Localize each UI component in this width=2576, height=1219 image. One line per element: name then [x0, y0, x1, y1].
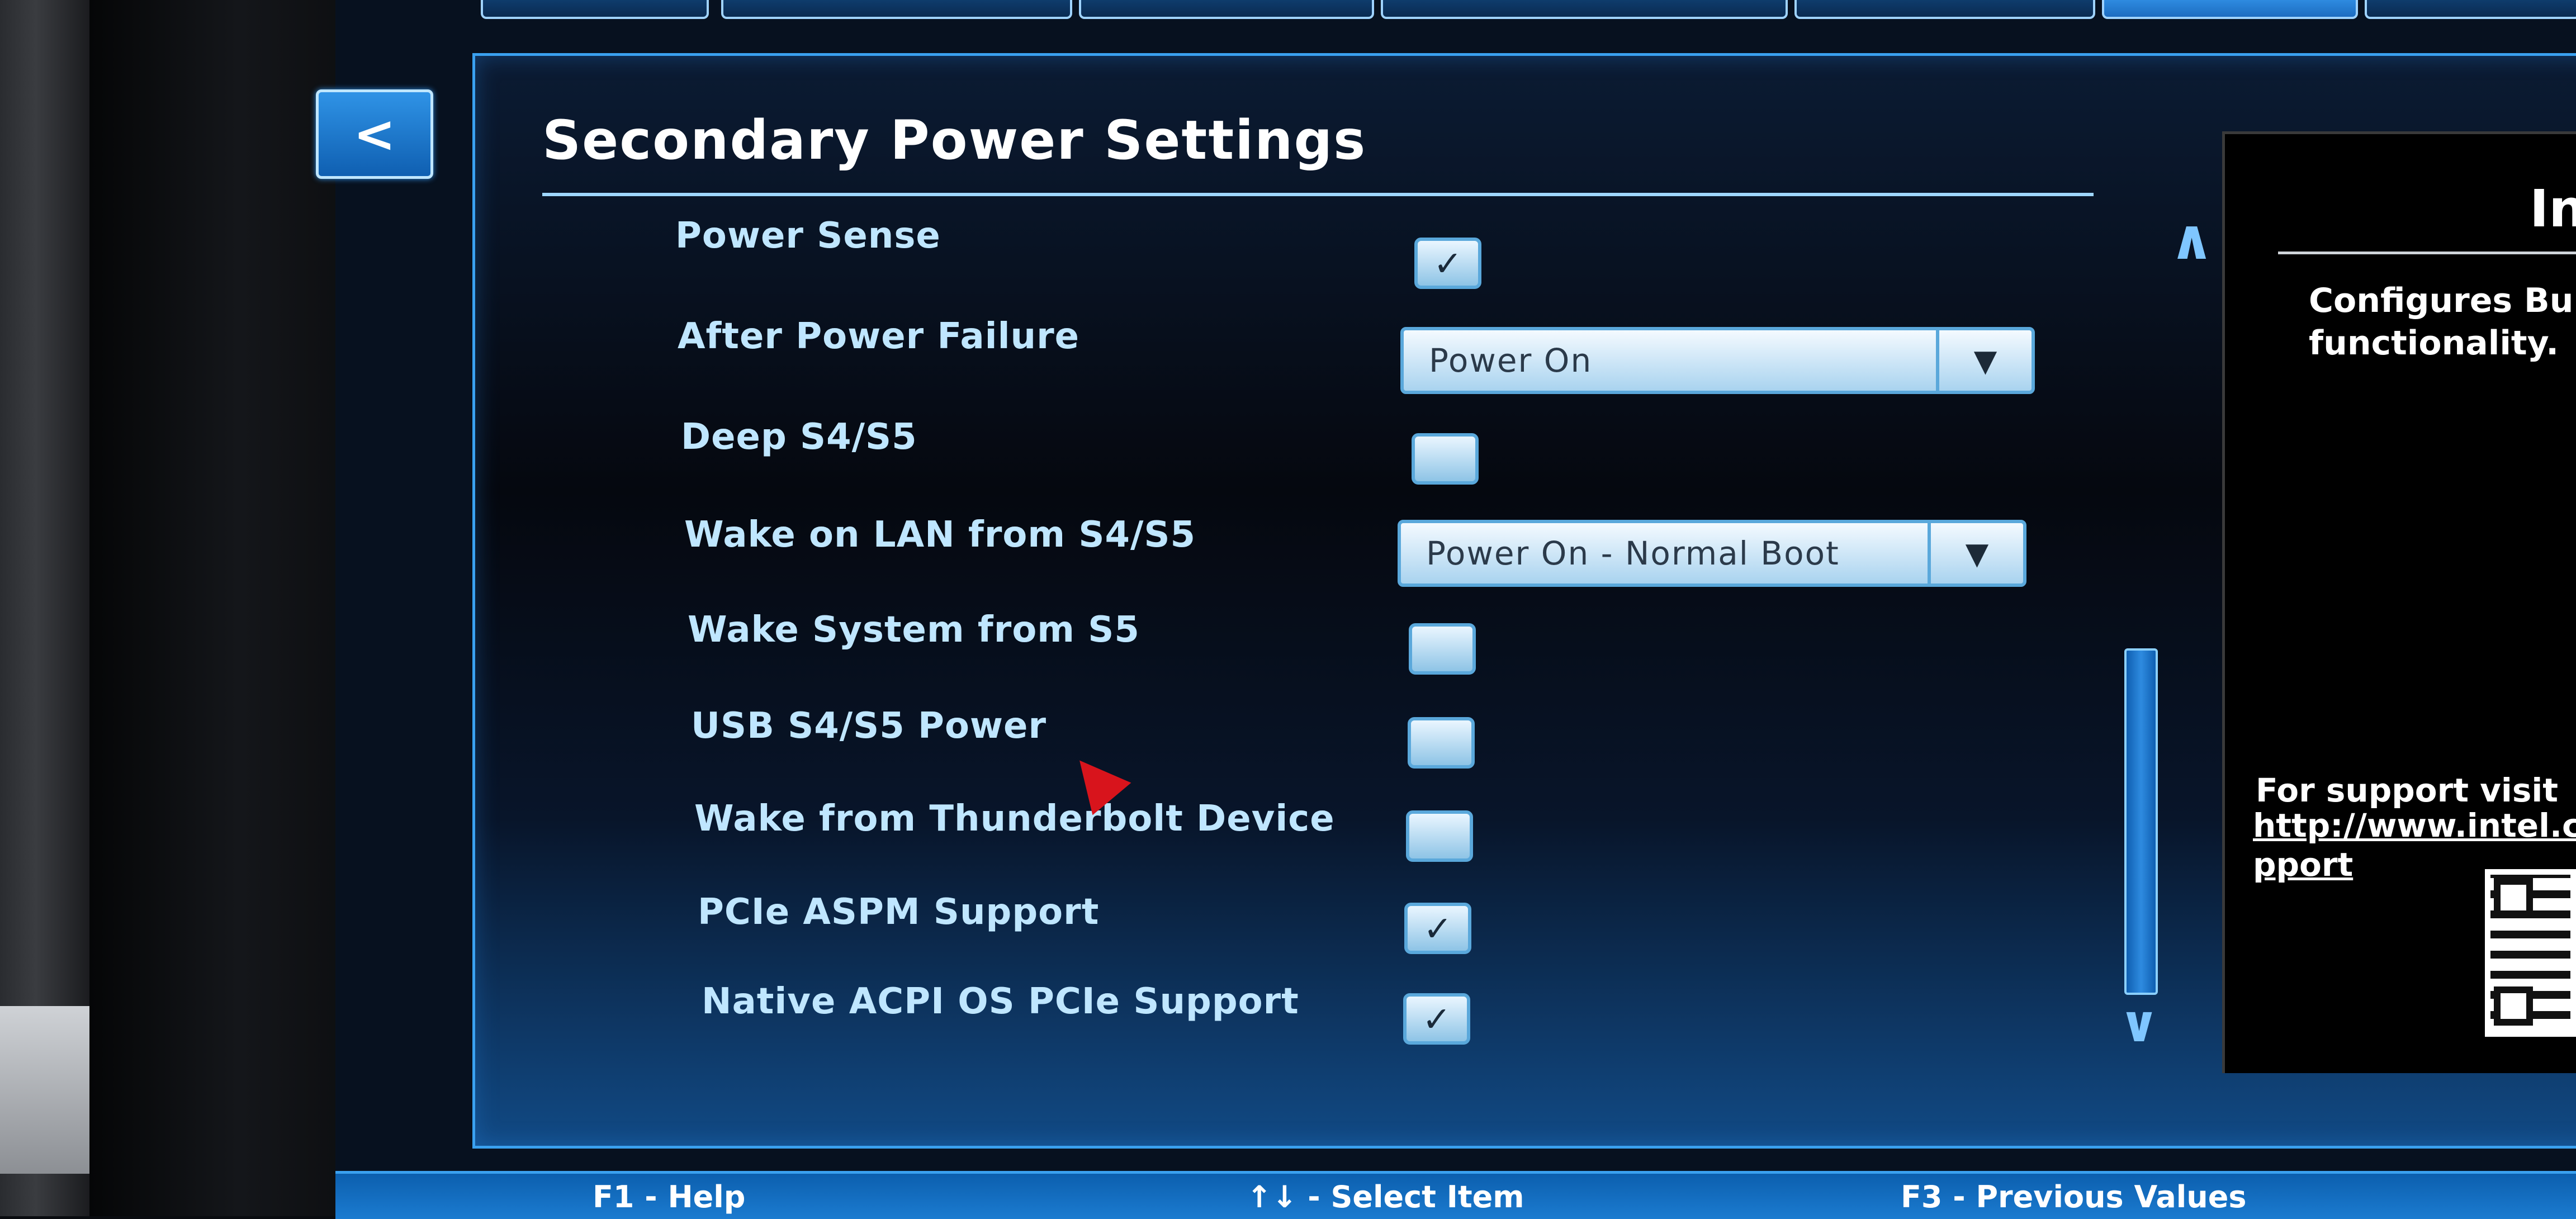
top-tab-active[interactable] [2102, 0, 2358, 19]
checkmark-icon: ✓ [1423, 908, 1452, 949]
help-item-select: ↑↓ - Select Item [1247, 1179, 1524, 1215]
support-text: For support visit [2256, 771, 2558, 809]
info-divider [2278, 252, 2576, 254]
chevron-down-icon[interactable]: ▼ [1928, 523, 2023, 584]
checkbox-wake-thunderbolt[interactable] [1406, 810, 1473, 862]
help-item-f1: F1 - Help [593, 1179, 746, 1215]
scroll-down-icon[interactable]: ∨ [2119, 995, 2160, 1054]
dropdown-value: Power On - Normal Boot [1426, 534, 1840, 572]
top-tab-5[interactable] [1794, 0, 2095, 19]
setting-label-deep-s4-s5: Deep S4/S5 [681, 416, 917, 458]
title-divider [542, 193, 2094, 196]
checkbox-pcie-aspm[interactable]: ✓ [1404, 903, 1471, 954]
dropdown-after-power-failure[interactable]: Power On ▼ [1400, 327, 2035, 394]
page-title: Secondary Power Settings [542, 109, 1367, 172]
dropdown-value: Power On [1429, 341, 1593, 380]
checkbox-usb-s4-s5-power[interactable] [1408, 717, 1475, 769]
chevron-down-icon[interactable]: ▼ [1936, 330, 2032, 391]
setting-label-after-power-failure: After Power Failure [678, 316, 1080, 357]
top-tab-4[interactable] [1381, 0, 1788, 19]
setting-label-wake-on-lan: Wake on LAN from S4/S5 [684, 514, 1196, 556]
setting-label-usb-s4-s5-power: USB S4/S5 Power [691, 705, 1046, 747]
top-tab-7[interactable] [2365, 0, 2576, 19]
setting-label-wake-thunderbolt: Wake from Thunderbolt Device [694, 798, 1335, 839]
top-tab-3[interactable] [1079, 0, 1374, 19]
qr-code-icon [2485, 869, 2576, 1037]
setting-label-wake-system-s5: Wake System from S5 [688, 609, 1140, 651]
scroll-up-icon[interactable]: ∧ [2169, 207, 2214, 272]
setting-label-native-acpi-pcie: Native ACPI OS PCIe Support [702, 981, 1299, 1022]
scrollbar-thumb[interactable] [2124, 648, 2158, 995]
info-description-line: Configures Bu [2309, 281, 2574, 320]
checkbox-wake-system-s5[interactable] [1409, 623, 1476, 675]
help-item-f3: F3 - Previous Values [1901, 1179, 2247, 1215]
checkmark-icon: ✓ [1433, 243, 1462, 284]
checkbox-deep-s4-s5[interactable] [1412, 433, 1479, 485]
setting-label-pcie-aspm: PCIe ASPM Support [698, 891, 1100, 933]
checkbox-power-sense[interactable]: ✓ [1414, 238, 1481, 289]
checkmark-icon: ✓ [1422, 998, 1451, 1040]
info-title: In [2530, 179, 2576, 239]
checkbox-native-acpi-pcie[interactable]: ✓ [1403, 993, 1470, 1045]
top-tab-1[interactable] [481, 0, 709, 19]
top-tab-2[interactable] [721, 0, 1072, 19]
info-description-line: functionality. [2309, 324, 2559, 363]
back-button[interactable]: < [316, 89, 433, 179]
dropdown-wake-on-lan[interactable]: Power On - Normal Boot ▼ [1398, 520, 2026, 587]
support-link-line[interactable]: http://www.intel.c [2253, 806, 2576, 845]
info-description: Configures Bu functionality. [2309, 279, 2576, 364]
setting-label-power-sense: Power Sense [675, 215, 941, 257]
